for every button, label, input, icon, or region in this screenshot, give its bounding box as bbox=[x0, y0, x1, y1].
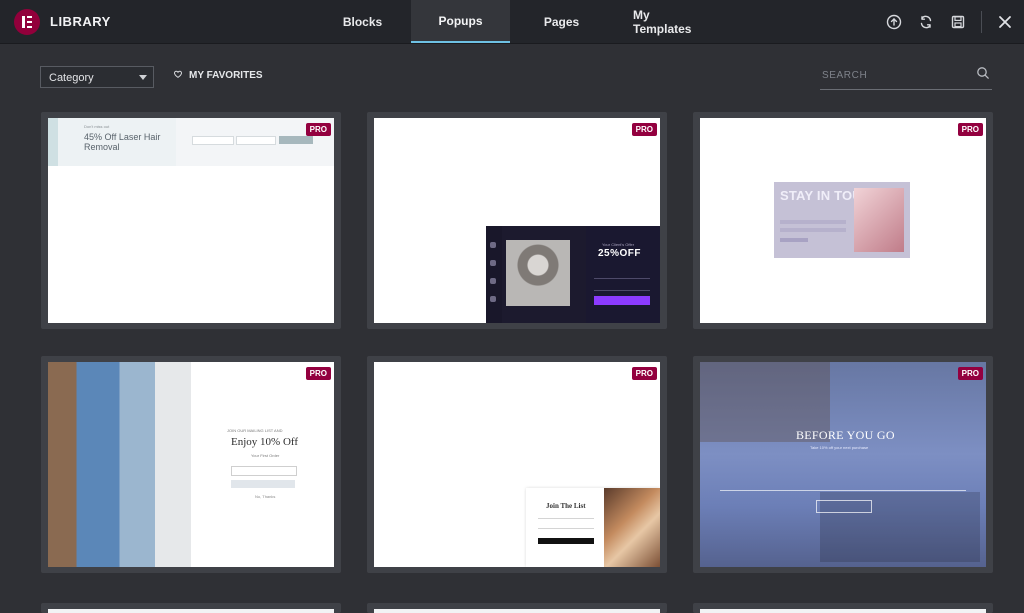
sync-icon[interactable] bbox=[917, 13, 935, 31]
template-card[interactable]: PRO STAY IN TOUCH bbox=[693, 112, 993, 329]
template-card[interactable] bbox=[693, 603, 993, 613]
my-favorites-filter[interactable]: MY FAVORITES bbox=[173, 69, 263, 82]
preview-button bbox=[538, 538, 594, 544]
preview-photo bbox=[48, 362, 191, 567]
preview-form: JOIN OUR MAILING LIST AND Enjoy 10% Off … bbox=[191, 362, 334, 567]
preview-popup: STAY IN TOUCH bbox=[774, 182, 910, 258]
preview-field bbox=[231, 466, 297, 476]
templates-grid: PRO Don't miss out 45% Off Laser Hair Re… bbox=[41, 112, 993, 613]
category-value: Category bbox=[49, 72, 94, 84]
filter-toolbar: Category MY FAVORITES bbox=[0, 44, 1024, 106]
template-preview bbox=[48, 609, 334, 613]
preview-small-text: Your Client's Offer bbox=[602, 242, 635, 247]
social-icon bbox=[490, 278, 496, 284]
preview-field bbox=[594, 272, 650, 279]
preview-button bbox=[231, 480, 295, 488]
search-input[interactable] bbox=[820, 62, 974, 88]
preview-tiny-text: No, Thanks bbox=[255, 494, 276, 499]
preview-accent bbox=[48, 118, 58, 166]
preview-field bbox=[780, 220, 846, 224]
preview-headline: Enjoy 10% Off bbox=[231, 436, 299, 448]
close-icon[interactable] bbox=[996, 13, 1014, 31]
header-actions bbox=[885, 10, 1024, 33]
preview-small-text: JOIN OUR MAILING LIST AND bbox=[227, 428, 283, 433]
preview-headline: 25%OFF bbox=[598, 248, 642, 259]
pro-badge: PRO bbox=[957, 123, 983, 136]
template-preview bbox=[700, 609, 986, 613]
top-header: LIBRARY Blocks Popups Pages My Templates bbox=[0, 0, 1024, 44]
template-preview: PRO STAY IN TOUCH bbox=[700, 118, 986, 323]
tab-my-templates[interactable]: My Templates bbox=[613, 0, 713, 43]
preview-headline: 45% Off Laser Hair Removal bbox=[84, 132, 161, 152]
heart-icon bbox=[173, 69, 183, 82]
preview-field bbox=[594, 284, 650, 291]
preview-field bbox=[538, 528, 594, 529]
my-favorites-label: MY FAVORITES bbox=[189, 70, 263, 81]
preview-button bbox=[816, 500, 872, 513]
preview-subtitle: Take 10% off your next purchase bbox=[810, 445, 869, 450]
social-icon bbox=[490, 296, 496, 302]
pro-badge: PRO bbox=[305, 123, 331, 136]
pro-badge: PRO bbox=[957, 367, 983, 380]
template-preview: PRO Don't miss out 45% Off Laser Hair Re… bbox=[48, 118, 334, 323]
preview-field bbox=[538, 518, 594, 519]
template-card[interactable] bbox=[367, 603, 667, 613]
preview-field bbox=[236, 136, 276, 145]
preview-banner: Don't miss out 45% Off Laser Hair Remova… bbox=[48, 118, 334, 166]
template-preview: PRO JOIN OUR MAILING LIST AND Enjoy 10% … bbox=[48, 362, 334, 567]
template-card[interactable]: PRO Join The List bbox=[367, 356, 667, 573]
pro-badge: PRO bbox=[631, 123, 657, 136]
social-icon bbox=[490, 242, 496, 248]
template-card[interactable] bbox=[41, 603, 341, 613]
template-card[interactable]: PRO Don't miss out 45% Off Laser Hair Re… bbox=[41, 112, 341, 329]
brand: LIBRARY bbox=[0, 8, 304, 35]
preview-subtitle: Your First Order bbox=[251, 453, 280, 458]
tab-popups[interactable]: Popups bbox=[411, 0, 510, 43]
preview-button bbox=[279, 136, 313, 144]
preview-headline: BEFORE YOU GO bbox=[796, 428, 895, 442]
template-preview bbox=[374, 609, 660, 613]
template-preview: PRO Join The List bbox=[374, 362, 660, 567]
preview-form: Join The List bbox=[526, 488, 604, 567]
template-preview: PRO Your Client's Offer 25%OFF bbox=[374, 118, 660, 323]
search-icon[interactable] bbox=[976, 66, 992, 82]
chevron-down-icon bbox=[139, 75, 147, 80]
category-select[interactable]: Category bbox=[40, 66, 154, 88]
preview-button bbox=[780, 238, 808, 242]
preview-field bbox=[780, 228, 846, 232]
upload-icon[interactable] bbox=[885, 13, 903, 31]
preview-photo bbox=[604, 488, 660, 567]
save-icon[interactable] bbox=[949, 13, 967, 31]
preview-small-text: Don't miss out bbox=[84, 124, 110, 129]
preview-divider bbox=[720, 490, 966, 491]
preview-social-bar bbox=[486, 226, 502, 323]
header-separator bbox=[981, 10, 982, 33]
search-box bbox=[820, 62, 992, 90]
preview-photo bbox=[506, 240, 570, 306]
elementor-logo-icon bbox=[14, 8, 40, 35]
tab-blocks[interactable]: Blocks bbox=[314, 0, 411, 43]
pro-badge: PRO bbox=[631, 367, 657, 380]
tab-pages[interactable]: Pages bbox=[510, 0, 613, 43]
brand-title: LIBRARY bbox=[50, 14, 111, 29]
preview-popup: Your Client's Offer 25%OFF bbox=[486, 226, 660, 323]
preview-field bbox=[192, 136, 234, 145]
template-preview: PRO BEFORE YOU GO Take 10% off your next… bbox=[700, 362, 986, 567]
preview-photo bbox=[854, 188, 904, 252]
pro-badge: PRO bbox=[305, 367, 331, 380]
preview-button bbox=[594, 296, 650, 305]
preview-headline: Join The List bbox=[546, 502, 586, 510]
template-card[interactable]: PRO JOIN OUR MAILING LIST AND Enjoy 10% … bbox=[41, 356, 341, 573]
preview-offer-panel: Your Client's Offer 25%OFF bbox=[586, 226, 660, 323]
social-icon bbox=[490, 260, 496, 266]
library-tabs: Blocks Popups Pages My Templates bbox=[314, 0, 713, 43]
preview-popup: Join The List bbox=[526, 488, 660, 567]
library-modal: LIBRARY Blocks Popups Pages My Templates bbox=[0, 0, 1024, 613]
template-card[interactable]: PRO BEFORE YOU GO Take 10% off your next… bbox=[693, 356, 993, 573]
template-card[interactable]: PRO Your Client's Offer 25%OFF bbox=[367, 112, 667, 329]
